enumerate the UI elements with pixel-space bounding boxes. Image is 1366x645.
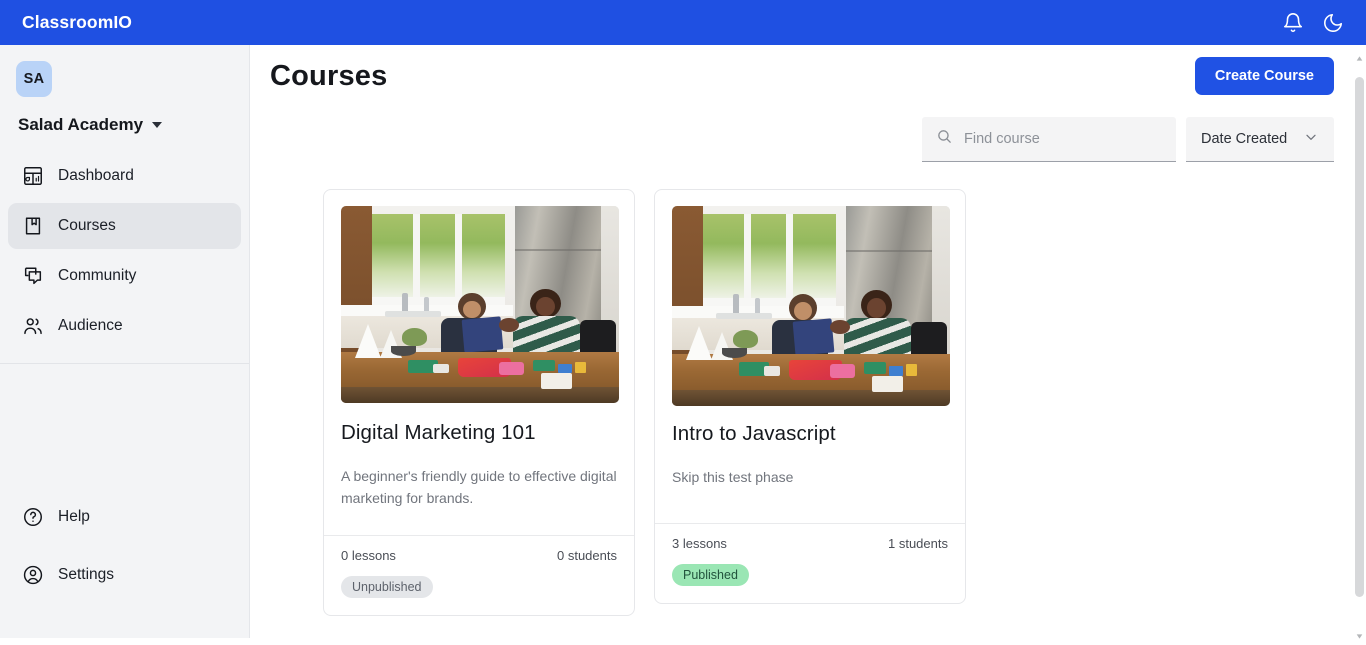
sidebar-item-audience[interactable]: Audience [8,303,241,349]
sort-select[interactable]: Date Created [1186,117,1334,162]
sidebar-item-help[interactable]: Help [8,494,241,540]
topbar-actions [1282,12,1344,34]
scroll-down-arrow-icon[interactable] [1356,627,1363,634]
course-card-body: Digital Marketing 101 A beginner's frien… [324,190,634,535]
user-circle-icon [22,564,44,586]
status-badge: Published [672,564,749,586]
sidebar-item-label: Audience [58,317,123,335]
people-icon [22,315,44,337]
course-card[interactable]: Digital Marketing 101 A beginner's frien… [323,189,635,616]
chat-icon [22,265,44,287]
sidebar: SA Salad Academy Dashboard [0,45,250,638]
search-input[interactable] [964,131,1154,147]
main-content: Courses Create Course Date Created [250,45,1366,638]
page-title: Courses [270,60,387,93]
course-card-footer: 3 lessons 1 students Published [655,523,965,603]
course-students-count: 1 students [888,536,948,551]
page-header: Courses Create Course [250,45,1366,95]
course-card[interactable]: Intro to Javascript Skip this test phase… [654,189,966,604]
sidebar-org-section: SA Salad Academy [0,45,249,135]
sort-select-value: Date Created [1201,131,1287,147]
sidebar-divider [0,363,249,364]
course-lessons-count: 3 lessons [672,536,727,551]
org-switcher[interactable]: Salad Academy [18,115,233,135]
scrollbar-thumb[interactable] [1355,77,1364,597]
sidebar-item-settings[interactable]: Settings [8,552,241,598]
search-icon [936,128,953,150]
sidebar-item-dashboard[interactable]: Dashboard [8,153,241,199]
chevron-down-icon [1303,129,1319,150]
sidebar-footer-nav: Help Settings [0,494,249,638]
avatar[interactable]: SA [16,61,52,97]
top-navigation-bar: ClassroomIO [0,0,1366,45]
course-lessons-count: 0 lessons [341,548,396,563]
course-description: Skip this test phase [672,466,948,488]
sidebar-item-label: Community [58,267,136,285]
course-card-body: Intro to Javascript Skip this test phase [655,190,965,523]
help-circle-icon [22,506,44,528]
course-title: Intro to Javascript [672,422,948,446]
course-title: Digital Marketing 101 [341,421,617,445]
sidebar-item-label: Courses [58,217,116,235]
sidebar-item-label: Dashboard [58,167,134,185]
chevron-down-icon [152,122,162,128]
sidebar-item-community[interactable]: Community [8,253,241,299]
app-brand-logo[interactable]: ClassroomIO [22,12,132,33]
org-name: Salad Academy [18,115,143,135]
course-thumbnail [672,206,950,406]
course-thumbnail [341,206,619,403]
scroll-up-arrow-icon[interactable] [1356,49,1363,56]
dark-mode-moon-icon[interactable] [1322,12,1344,34]
course-card-grid: Digital Marketing 101 A beginner's frien… [250,162,1366,616]
search-field[interactable] [922,117,1176,162]
status-badge: Unpublished [341,576,433,598]
create-course-button[interactable]: Create Course [1195,57,1334,95]
course-students-count: 0 students [557,548,617,563]
dashboard-icon [22,165,44,187]
sidebar-nav: Dashboard Courses Community [0,153,249,349]
sidebar-item-courses[interactable]: Courses [8,203,241,249]
page-scrollbar[interactable] [1355,47,1364,636]
sidebar-item-label: Help [58,508,90,526]
course-card-footer: 0 lessons 0 students Unpublished [324,535,634,615]
sidebar-item-label: Settings [58,566,114,584]
book-icon [22,215,44,237]
course-description: A beginner's friendly guide to effective… [341,465,617,509]
courses-toolbar: Date Created [250,95,1366,162]
notification-bell-icon[interactable] [1282,12,1304,34]
